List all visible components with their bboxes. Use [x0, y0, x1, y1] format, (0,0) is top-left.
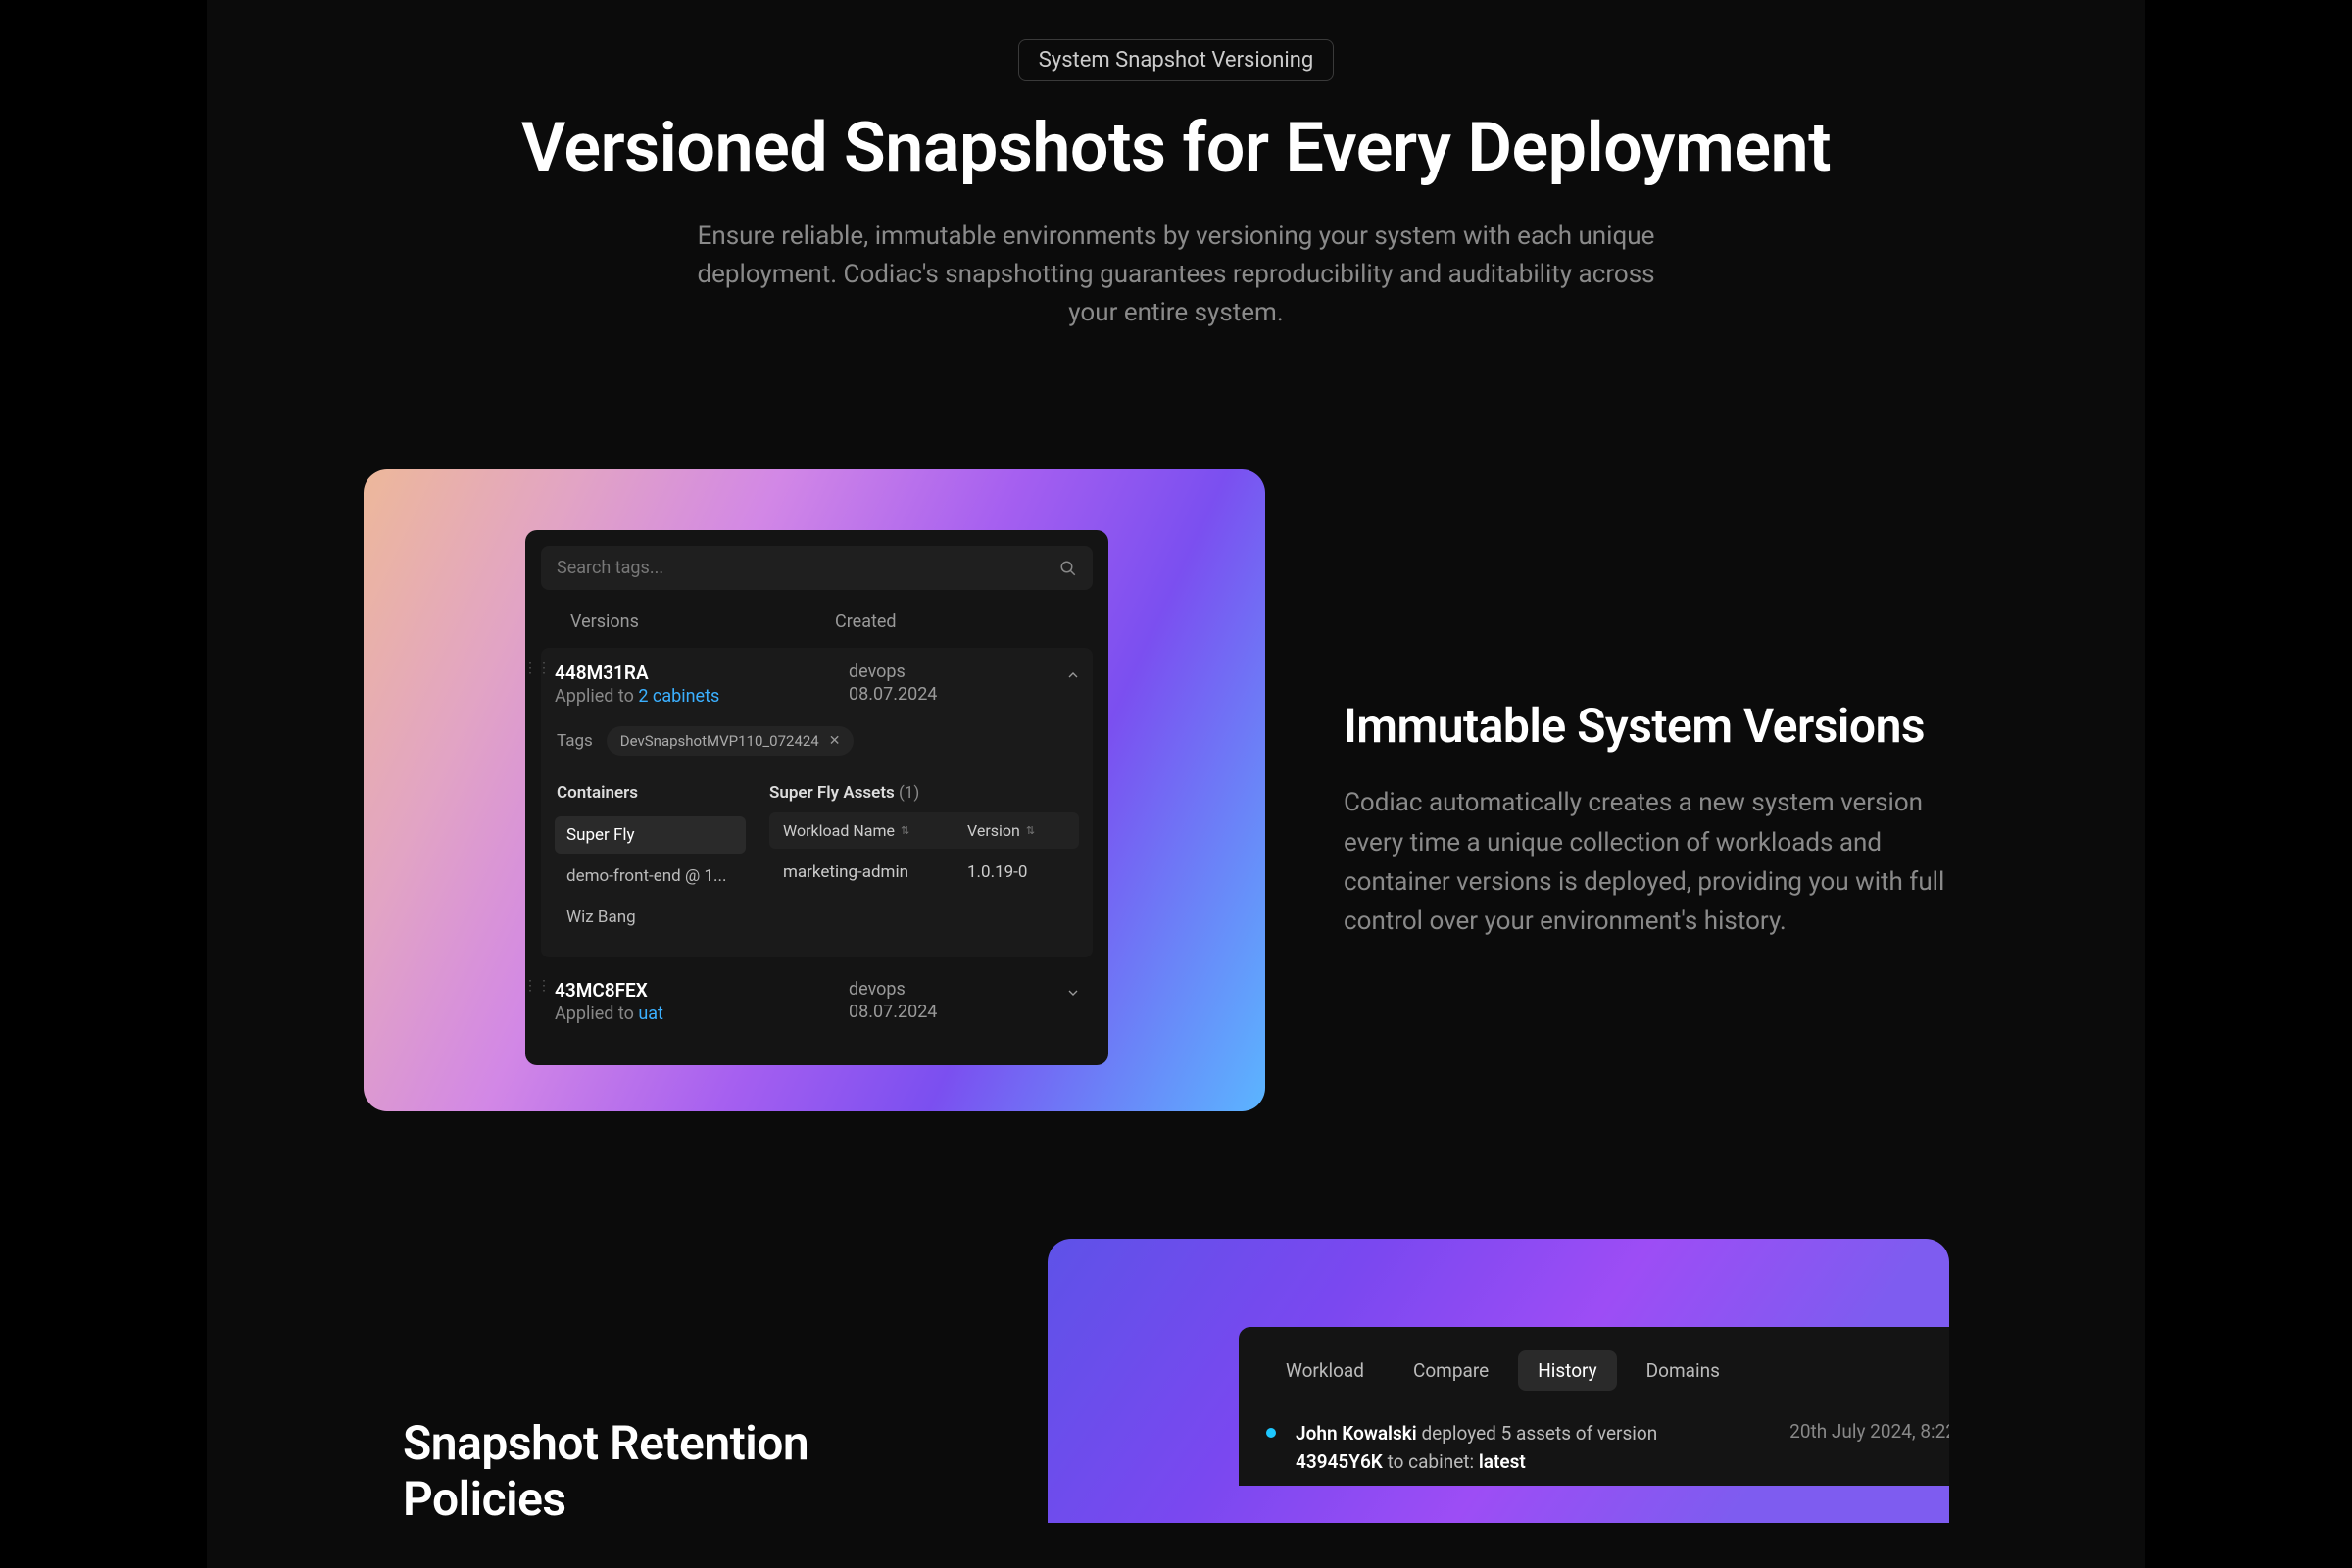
feature-desc-1: Codiac automatically creates a new syste…: [1344, 783, 1951, 941]
history-entry-text: John Kowalski deployed 5 assets of versi…: [1296, 1420, 1770, 1476]
chevron-up-icon[interactable]: [1065, 667, 1081, 683]
container-item[interactable]: Wiz Bang: [555, 899, 746, 936]
drag-handle-icon[interactable]: ⋮⋮: [523, 665, 551, 672]
history-entry-date: 20th July 2024, 8:22: [1770, 1420, 1949, 1476]
search-placeholder: Search tags...: [557, 558, 663, 578]
feature-heading-2: Snapshot Retention Policies: [403, 1415, 969, 1527]
history-entry[interactable]: John Kowalski deployed 5 assets of versi…: [1239, 1410, 1949, 1486]
created-by: devops: [849, 662, 1079, 682]
applied-to-text: Applied to 2 cabinets: [555, 686, 819, 707]
feature-illustration-1: Search tags... Versions Created ⋮⋮ 448M3…: [364, 469, 1265, 1111]
versions-panel: Search tags... Versions Created ⋮⋮ 448M3…: [525, 530, 1108, 1065]
workload-column[interactable]: Workload Name⇅: [783, 821, 967, 840]
drag-handle-icon[interactable]: ⋮⋮: [523, 983, 551, 990]
applied-to-text: Applied to uat: [555, 1004, 819, 1024]
column-versions: Versions: [570, 612, 835, 632]
version-row-collapsed[interactable]: ⋮⋮ 43MC8FEX Applied to uat devops 08.07.…: [541, 965, 1093, 1042]
search-icon: [1059, 560, 1077, 577]
containers-label: Containers: [555, 777, 746, 816]
close-icon[interactable]: ✕: [829, 733, 841, 749]
tab-workload[interactable]: Workload: [1266, 1350, 1384, 1391]
version-id: 448M31RA: [555, 662, 819, 684]
table-header: Versions Created: [541, 590, 1093, 648]
page-heading: Versioned Snapshots for Every Deployment: [266, 111, 2086, 186]
created-date: 08.07.2024: [849, 1002, 1079, 1022]
tags-label: Tags: [557, 731, 593, 751]
uat-link[interactable]: uat: [638, 1004, 663, 1024]
asset-row[interactable]: marketing-admin 1.0.19-0: [769, 849, 1079, 890]
assets-header: Super Fly Assets (1): [769, 777, 1079, 812]
tag-pill[interactable]: DevSnapshotMVP110_072424 ✕: [607, 726, 855, 756]
version-column[interactable]: Version⇅: [967, 821, 1065, 840]
sort-icon: ⇅: [901, 824, 909, 837]
history-panel: Workload Compare History Domains John Ko…: [1239, 1327, 1949, 1486]
page-subheading: Ensure reliable, immutable environments …: [696, 218, 1656, 332]
created-date: 08.07.2024: [849, 684, 1079, 705]
tabs-row: Workload Compare History Domains: [1239, 1350, 1949, 1410]
tab-compare[interactable]: Compare: [1394, 1350, 1508, 1391]
feature-badge: System Snapshot Versioning: [1018, 39, 1335, 81]
chevron-down-icon[interactable]: [1065, 985, 1081, 1001]
version-id: 43MC8FEX: [555, 979, 819, 1002]
version-row-expanded[interactable]: ⋮⋮ 448M31RA Applied to 2 cabinets devops…: [541, 648, 1093, 957]
container-item[interactable]: Super Fly: [555, 816, 746, 854]
feature-illustration-2: Workload Compare History Domains John Ko…: [1048, 1239, 1949, 1523]
cabinets-link[interactable]: 2 cabinets: [638, 686, 719, 707]
status-dot-icon: [1266, 1428, 1276, 1438]
created-by: devops: [849, 979, 1079, 1000]
column-created: Created: [835, 612, 1081, 632]
sort-icon: ⇅: [1026, 824, 1035, 837]
container-item[interactable]: demo-front-end @ 1...: [555, 858, 746, 895]
search-input[interactable]: Search tags...: [541, 546, 1093, 590]
feature-heading-1: Immutable System Versions: [1344, 698, 1988, 754]
tab-history[interactable]: History: [1518, 1350, 1616, 1391]
assets-table-header: Workload Name⇅ Version⇅: [769, 812, 1079, 849]
tab-domains[interactable]: Domains: [1627, 1350, 1740, 1391]
